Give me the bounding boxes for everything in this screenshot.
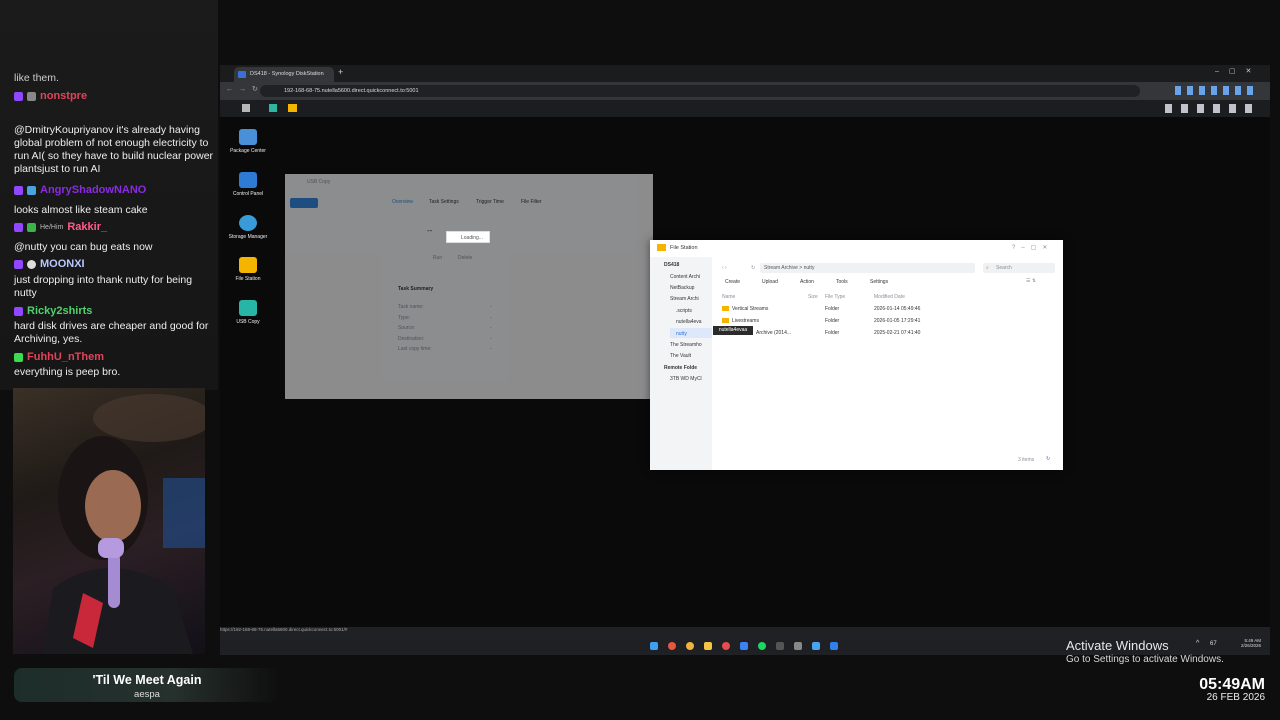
create-button[interactable]: Create <box>725 279 740 285</box>
badge-icon <box>27 222 36 232</box>
usb-icon <box>239 300 257 316</box>
folder-icon <box>657 244 666 251</box>
tab-bar: DS418 - Synology DiskStation + –▢✕ <box>220 65 1270 82</box>
browser-window: DS418 - Synology DiskStation + –▢✕ ←→↻ 1… <box>220 65 1270 655</box>
folder-icon <box>239 257 257 273</box>
desktop-icon-file-station[interactable]: File Station <box>228 257 268 282</box>
usb-copy-task-icon[interactable] <box>269 104 277 112</box>
desktop-icon-usb-copy[interactable]: USB Copy <box>228 300 268 325</box>
app-icon[interactable] <box>794 642 802 650</box>
synology-icon <box>238 71 246 78</box>
stream-chat: like them. nonstpre @DmitryKoupriyanov i… <box>0 0 218 390</box>
usb-copy-window: USB Copy Overview Task Settings Trigger … <box>285 174 653 399</box>
streamer-silhouette <box>43 394 205 654</box>
nav-buttons-icon[interactable]: ←→↻ <box>226 85 264 93</box>
tray-temp: 67 <box>1210 641 1217 647</box>
url-input[interactable]: 192-168-68-75.nutella5600.direct.quickco… <box>260 85 1140 97</box>
chat-user: AngryShadowNANO <box>14 184 146 196</box>
folder-icon <box>722 318 729 323</box>
tray-clock[interactable]: 5:49 AM 2/26/2026 <box>1237 638 1261 648</box>
vscode-icon[interactable] <box>830 642 838 650</box>
package-icon <box>239 129 257 145</box>
badge-icon <box>27 185 36 195</box>
twitch-icon <box>14 306 23 316</box>
song-title: 'Til We Meet Again <box>92 673 202 687</box>
browser-tab[interactable]: DS418 - Synology DiskStation <box>234 67 334 82</box>
chat-text: like them. <box>14 72 59 84</box>
chat-message: @nutty you can bug eats now <box>14 241 153 253</box>
control-panel-icon <box>239 172 257 188</box>
activate-windows-subtitle: Go to Settings to activate Windows. <box>1066 654 1224 665</box>
webcam-feed <box>13 388 205 654</box>
chrome-icon[interactable] <box>668 642 676 650</box>
new-tab-button[interactable]: + <box>338 67 343 77</box>
desktop-icon-storage-manager[interactable]: Storage Manager <box>228 215 268 240</box>
tools-button[interactable]: Tools <box>836 279 848 285</box>
chat-message: hard disk drives are cheaper and good fo… <box>14 320 209 345</box>
chat-user: FuhhU_nThem <box>14 351 104 363</box>
address-bar: ←→↻ 192-168-68-75.nutella5600.direct.qui… <box>220 82 1270 100</box>
app-icon[interactable] <box>812 642 820 650</box>
chat-message: just dropping into thank nutty for being… <box>14 274 193 299</box>
view-toggle-icon[interactable]: ☰ ⇅ <box>1026 278 1036 284</box>
run-button[interactable]: Run <box>433 255 442 261</box>
storage-icon <box>239 215 257 231</box>
status-url: https://192-168-68-75.nutella5600.direct… <box>220 627 348 632</box>
now-playing: 'Til We Meet Again aespa <box>14 668 280 702</box>
chat-message: looks almost like steam cake <box>14 204 148 216</box>
tab-overview[interactable]: Overview <box>392 199 413 205</box>
start-icon[interactable] <box>650 642 658 650</box>
window-controls[interactable]: –▢✕ <box>1215 67 1261 75</box>
delete-button[interactable]: Delete <box>458 255 472 261</box>
window-controls[interactable]: ?–▢✕ <box>1012 244 1053 251</box>
chat-user: He/Him Rakkir_ <box>14 221 107 233</box>
folder-icon <box>722 306 729 311</box>
search-input[interactable] <box>983 263 1055 273</box>
song-artist: aespa <box>134 689 160 700</box>
app-icon[interactable] <box>776 642 784 650</box>
app-icon[interactable] <box>722 642 730 650</box>
chat-user: Ricky2shirts <box>14 305 92 317</box>
twitch-icon <box>14 259 23 269</box>
main-menu-icon[interactable] <box>242 104 250 112</box>
tab-trigger-time[interactable]: Trigger Time <box>476 199 504 205</box>
kick-icon <box>14 352 23 362</box>
tooltip: nutella4evaa <box>713 326 753 335</box>
desktop-icon-package-center[interactable]: Package Center <box>228 129 268 154</box>
file-station-window: File Station ?–▢✕ DS418 Content Archi Ne… <box>650 240 1063 470</box>
add-task-button[interactable] <box>290 198 318 208</box>
activate-windows-title: Activate Windows <box>1066 638 1169 653</box>
back-forward-icon[interactable]: ‹ › <box>722 265 727 271</box>
tab-task-settings[interactable]: Task Settings <box>429 199 459 205</box>
firefox-icon[interactable] <box>686 642 694 650</box>
chat-message: @DmitryKoupriyanov it's already having g… <box>14 124 214 175</box>
dsm-desktop: Package Center Control Panel Storage Man… <box>220 117 1270 627</box>
tab-file-filter[interactable]: File Filter <box>521 199 542 205</box>
twitch-icon <box>14 222 23 232</box>
settings-button[interactable]: Settings <box>870 279 888 285</box>
file-station-task-icon[interactable] <box>288 104 297 112</box>
twitch-icon <box>14 185 23 195</box>
chat-user: nonstpre <box>14 90 87 102</box>
badge-icon <box>27 91 36 101</box>
skull-icon <box>27 259 36 269</box>
twitch-icon <box>14 91 23 101</box>
app-icon[interactable] <box>740 642 748 650</box>
search-icon: ⌕ <box>986 265 989 271</box>
action-button[interactable]: Action <box>800 279 814 285</box>
tray-chevron-icon[interactable]: ^ <box>1196 640 1199 647</box>
dsm-tray-icons[interactable] <box>1165 104 1260 113</box>
refresh-icon[interactable]: ↻ <box>1046 456 1050 462</box>
desktop-icon-control-panel[interactable]: Control Panel <box>228 172 268 197</box>
refresh-icon[interactable]: ↻ <box>751 265 755 271</box>
chat-user: MOONXI <box>14 258 85 270</box>
dsm-taskbar <box>220 100 1270 117</box>
folder-icon[interactable] <box>704 642 712 650</box>
chat-message: everything is peep bro. <box>14 366 121 378</box>
loading-indicator: Loading... <box>446 231 490 243</box>
upload-button[interactable]: Upload <box>762 279 778 285</box>
spotify-icon[interactable] <box>758 642 766 650</box>
stream-clock-date: 26 FEB 2026 <box>1206 692 1265 703</box>
extension-icons[interactable] <box>1175 86 1255 95</box>
